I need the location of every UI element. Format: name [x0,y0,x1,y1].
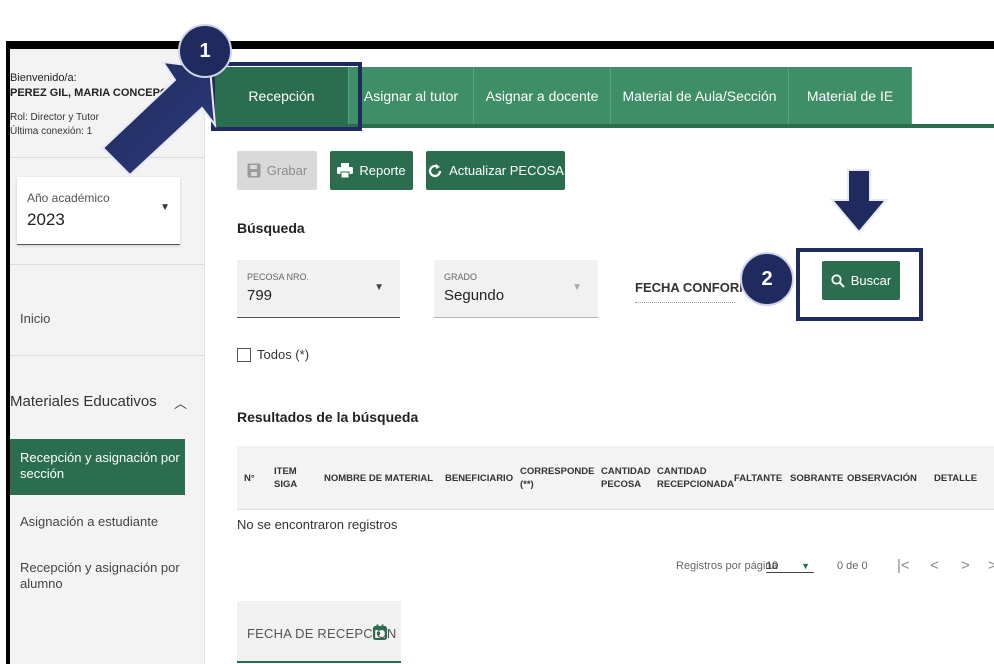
pecosa-value: 799 [247,287,273,304]
todos-checkbox-row[interactable]: Todos (*) [237,347,309,362]
refresh-icon [428,163,442,177]
per-page-select[interactable]: 10 ▼ [766,560,814,573]
fecha-conformidad-underline [635,302,735,303]
nav-home[interactable]: Inicio [20,311,50,326]
nav-group-materiales[interactable]: Materiales Educativos ︿ [10,393,205,417]
nav-group-label: Materiales Educativos [10,393,157,410]
todos-checkbox[interactable] [237,347,251,362]
annotation-step-1: 1 [178,24,232,78]
empty-message: No se encontraron registros [237,517,398,532]
pecosa-label: PECOSA NRO. [247,272,310,282]
annotation-highlight-tab [211,62,362,131]
update-pecosa-label: Actualizar PECOSA [449,163,564,178]
col-header-nombre: NOMBRE DE MATERIAL [324,472,434,484]
fecha-conformidad-field[interactable]: FECHA CONFORMI [635,280,754,295]
annotation-highlight-search [796,248,923,321]
caret-down-icon: ▼ [160,202,170,213]
grado-value: Segundo [444,287,505,304]
annotation-step-2: 2 [740,252,794,306]
col-header-cantidad-recep: CANTIDAD RECEPCIONADA [657,466,735,490]
nav-item-asignacion-estudiante[interactable]: Asignación a estudiante [20,514,180,530]
print-icon [337,163,354,178]
report-button[interactable]: Reporte [330,151,413,190]
prev-page-icon[interactable]: < [930,557,939,574]
table-header: N° ITEM SIGA NOMBRE DE MATERIAL BENEFICI… [237,446,994,510]
col-header-detalle: DETALLE [934,472,978,484]
caret-down-icon: ▼ [572,282,582,293]
results-title: Resultados de la búsqueda [237,409,419,425]
pecosa-select[interactable]: PECOSA NRO. 799 ▼ [237,260,400,318]
page-range: 0 de 0 [837,560,868,572]
todos-label: Todos (*) [257,347,310,362]
last-page-icon[interactable]: > [988,557,994,574]
divider [10,264,205,265]
col-header-cantidad-pecosa: CANTIDAD PECOSA [601,466,651,490]
caret-down-icon: ▼ [801,561,810,571]
save-button[interactable]: Grabar [237,151,317,190]
col-header-item-siga: ITEM SIGA [274,466,298,490]
grado-select[interactable]: GRADO Segundo ▼ [434,260,598,318]
col-header-corresponde: CORRESPONDE (**) [520,466,595,490]
search-title: Búsqueda [237,220,305,236]
per-page-label: Registros por página [676,560,778,572]
col-header-sobrante: SOBRANTE [790,472,844,484]
next-page-icon[interactable]: > [961,557,970,574]
update-pecosa-button[interactable]: Actualizar PECOSA [426,151,565,190]
calendar-icon[interactable] [373,624,387,640]
tab-material-aula[interactable]: Material de Aula/Sección [611,67,789,124]
report-button-label: Reporte [359,163,406,178]
divider [10,355,205,356]
tab-material-ie[interactable]: Material de IE [789,67,912,124]
save-icon [247,163,261,178]
tab-asignar-tutor[interactable]: Asignar al tutor [349,67,474,124]
nav-item-recepcion-seccion[interactable]: Recepción y asignación por sección [10,439,185,495]
tab-asignar-docente[interactable]: Asignar a docente [474,67,611,124]
chevron-up-icon: ︿ [173,396,187,411]
col-header-beneficiario: BENEFICIARIO [445,472,514,484]
col-header-observacion: OBSERVACIÓN [847,472,917,484]
col-header-faltante: FALTANTE [734,472,783,484]
grado-label: GRADO [444,272,478,282]
reception-date-field[interactable]: FECHA DE RECEPCIÓN [237,601,401,663]
caret-down-icon: ▼ [374,282,384,293]
first-page-icon[interactable]: |< [897,557,910,574]
academic-year-value: 2023 [27,210,65,229]
per-page-value: 10 [766,560,779,572]
nav-item-recepcion-alumno[interactable]: Recepción y asignación por alumno [20,560,180,592]
annotation-arrow-2 [829,169,889,234]
academic-year-label: Año académico [27,191,110,205]
save-button-label: Grabar [266,163,308,178]
col-header-n: N° [244,472,255,484]
